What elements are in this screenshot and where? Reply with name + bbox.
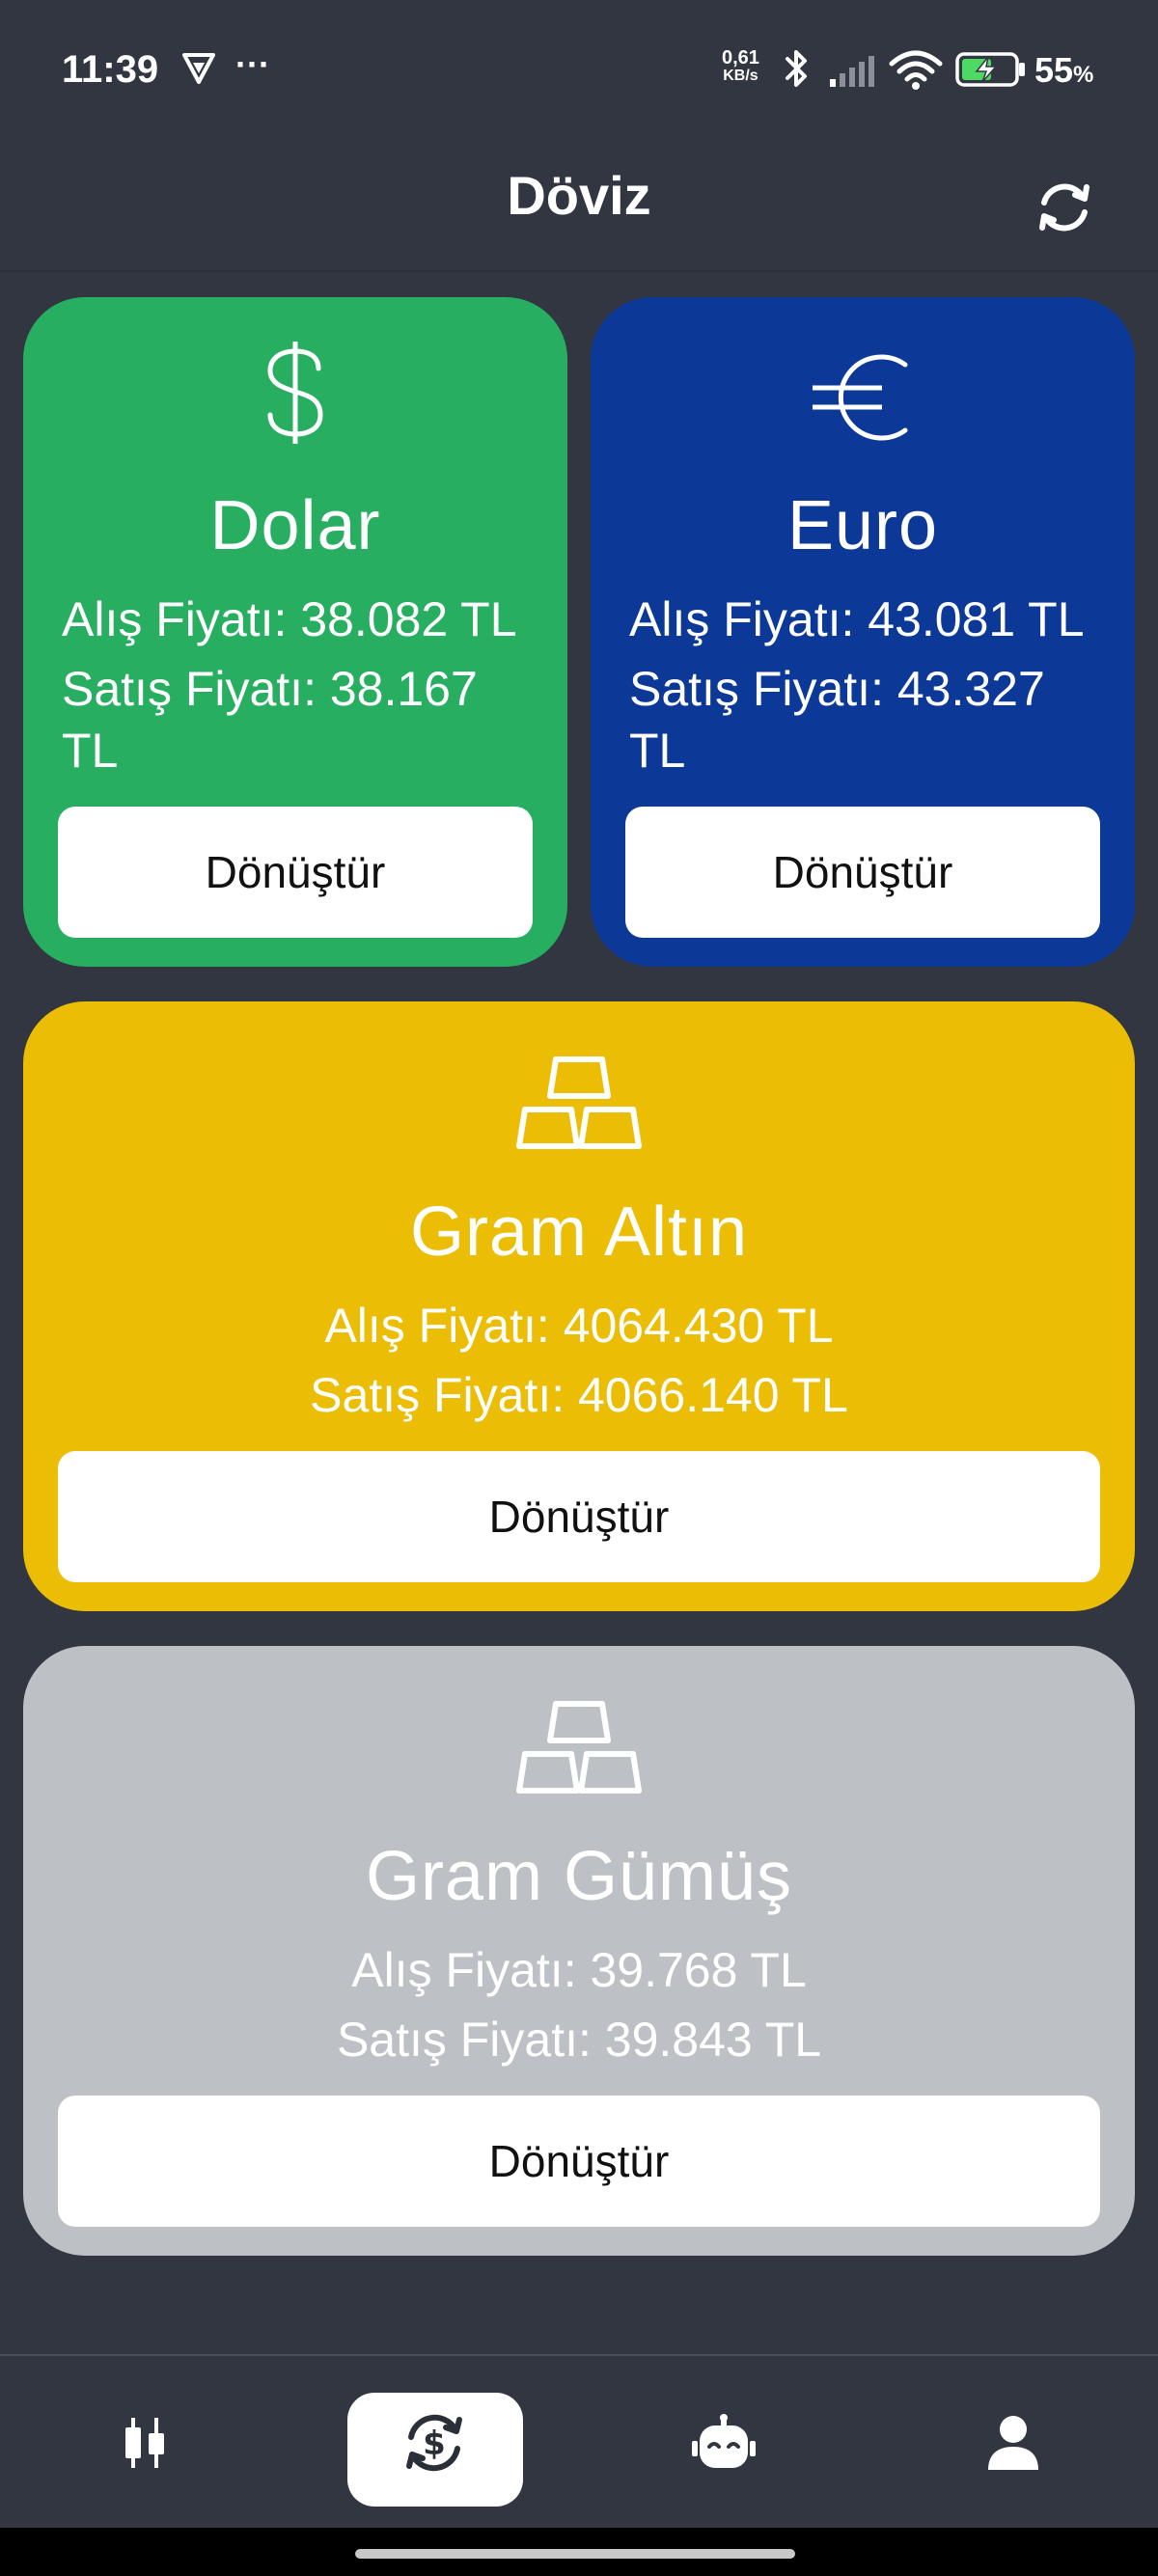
sell-price-line2: TL [62,724,119,778]
convert-button[interactable]: Dönüştür [58,1451,1100,1582]
signal-icon [830,56,874,87]
status-bar: 11:39 ··· 0,61 KB/s 55% [0,0,1158,135]
sell-price: Satış Fiyatı: 38.167 TL [62,658,544,781]
battery-percent-suffix: % [1073,62,1094,88]
card-title: Gram Altın [409,1193,749,1271]
nav-item-exchange[interactable]: $ [290,2356,579,2530]
overflow-dots: ··· [235,44,270,84]
home-indicator[interactable] [355,2549,795,2559]
battery-percent-value: 55 [1034,50,1074,90]
buy-price: Alış Fiyatı: 38.082 TL [62,592,517,646]
buy-price: Alış Fiyatı: 4064.430 TL [324,1299,834,1353]
sell-price-line1: Satış Fiyatı: 43.327 [629,662,1045,716]
sell-price-line1: Satış Fiyatı: 38.167 [62,662,478,716]
vpn-icon [182,53,215,84]
user-icon [988,2416,1038,2470]
dollar-icon [267,342,323,444]
card-dolar: Dolar Alış Fiyatı: 38.082 TL Satış Fiyat… [23,297,567,967]
card-euro: Euro Alış Fiyatı: 43.081 TL Satış Fiyatı… [591,297,1135,967]
nav-item-profile[interactable] [868,2356,1158,2530]
network-speed-value: 0,61 [722,47,759,69]
network-speed: 0,61 KB/s [722,48,759,85]
svg-text:$: $ [423,2425,446,2463]
sell-price-line2: TL [629,724,686,778]
card-title: Euro [786,487,939,564]
nav-item-market[interactable] [0,2356,290,2530]
card-gram-altin: Gram Altın Alış Fiyatı: 4064.430 TL Satı… [23,1001,1135,1611]
convert-button[interactable]: Dönüştür [625,807,1100,938]
battery-charging-icon [955,52,1025,87]
card-gram-gumus: Gram Gümüş Alış Fiyatı: 39.768 TL Satış … [23,1646,1135,2256]
buy-price: Alış Fiyatı: 43.081 TL [629,592,1085,646]
app-header: Döviz [0,135,1158,272]
robot-icon [692,2414,756,2468]
status-time: 11:39 [62,48,159,91]
currency-exchange-icon: $ [406,2414,462,2472]
nav-item-assistant[interactable] [579,2356,868,2530]
sell-price: Satış Fiyatı: 4066.140 TL [310,1368,848,1422]
sell-price: Satış Fiyatı: 39.843 TL [336,2013,822,2067]
silver-bars-icon [516,1701,642,1794]
buy-price: Alış Fiyatı: 39.768 TL [351,1943,807,1997]
euro-icon [813,354,908,441]
gold-bars-icon [516,1056,642,1149]
sell-price: Satış Fiyatı: 43.327 TL [629,658,1112,781]
convert-button[interactable]: Dönüştür [58,807,533,938]
card-title: Gram Gümüş [365,1838,793,1915]
network-speed-unit: KB/s [723,68,758,84]
refresh-icon [1039,183,1089,232]
candlestick-chart-icon [125,2418,164,2468]
convert-button[interactable]: Dönüştür [58,2096,1100,2227]
battery-percent: 55% [1034,50,1093,91]
page-title: Döviz [507,165,651,226]
wifi-icon [889,50,943,90]
card-title: Dolar [209,487,381,564]
refresh-button[interactable] [1031,174,1098,241]
bottom-navigation: $ [0,2354,1158,2530]
bluetooth-icon [786,50,807,87]
